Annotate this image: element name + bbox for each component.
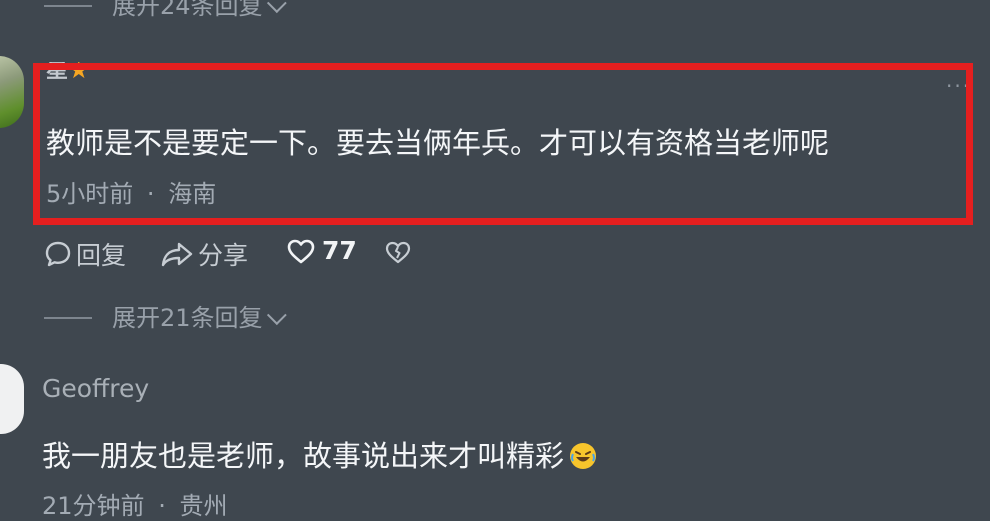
expand-replies-label: 展开24条回复 (112, 0, 263, 20)
expand-replies-top[interactable]: 展开24条回复 (44, 0, 287, 20)
dislike-button[interactable] (384, 239, 412, 265)
share-arrow-icon (160, 240, 194, 268)
expand-divider (44, 317, 92, 319)
comment-time: 21分钟前 (42, 492, 145, 520)
like-button[interactable]: 77 (286, 236, 357, 265)
reply-button[interactable]: 回复 (44, 236, 126, 272)
share-label: 分享 (198, 241, 249, 270)
reply-label: 回复 (76, 241, 127, 270)
expand-divider (44, 5, 92, 7)
expand-replies[interactable]: 展开21条回复 (44, 304, 287, 332)
comment-text: 我一朋友也是老师，故事说出来才叫精彩 (42, 433, 597, 475)
username[interactable]: Geoffrey (42, 374, 149, 403)
comment-bubble-icon (44, 240, 72, 268)
comment-meta: 21分钟前 · 贵州 (42, 486, 227, 521)
chevron-down-icon (266, 305, 287, 326)
broken-heart-icon (384, 239, 412, 265)
comment-location: 贵州 (179, 492, 228, 520)
heart-icon (286, 237, 316, 265)
avatar[interactable] (0, 364, 24, 434)
like-count: 77 (322, 236, 357, 265)
meta-separator: · (158, 492, 166, 520)
chevron-down-icon (266, 0, 287, 14)
comment-body: 我一朋友也是老师，故事说出来才叫精彩 (42, 439, 565, 473)
rolling-laughing-emoji-icon (570, 443, 597, 469)
expand-replies-label: 展开21条回复 (112, 304, 263, 332)
highlight-box (33, 63, 973, 225)
avatar[interactable] (0, 56, 24, 128)
share-button[interactable]: 分享 (160, 236, 248, 272)
